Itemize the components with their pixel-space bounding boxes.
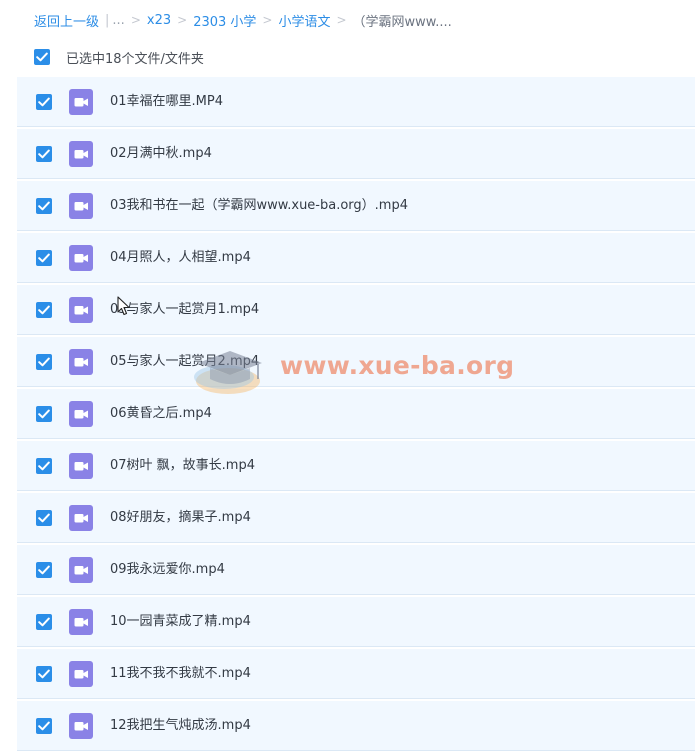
breadcrumb-item-chinese[interactable]: 小学语文 bbox=[278, 11, 330, 30]
check-icon bbox=[38, 513, 50, 523]
file-row[interactable]: 01幸福在哪里.MP4 bbox=[17, 77, 695, 127]
chevron-right-icon: > bbox=[130, 13, 141, 27]
file-checkbox[interactable] bbox=[36, 94, 52, 110]
file-row[interactable]: 10一园青菜成了精.mp4 bbox=[17, 597, 695, 647]
file-name: 11我不我不我就不.mp4 bbox=[110, 666, 251, 681]
video-file-icon bbox=[69, 89, 93, 115]
file-name: 01幸福在哪里.MP4 bbox=[110, 94, 224, 109]
file-checkbox[interactable] bbox=[36, 198, 52, 214]
select-all-bar: 已选中18个文件/文件夹 bbox=[34, 46, 204, 68]
video-file-icon bbox=[69, 661, 93, 687]
file-row[interactable]: 04月照人，人相望.mp4 bbox=[17, 233, 695, 283]
file-row[interactable]: 08好朋友，摘果子.mp4 bbox=[17, 493, 695, 543]
file-checkbox[interactable] bbox=[36, 250, 52, 266]
select-all-checkbox[interactable] bbox=[34, 49, 50, 65]
file-name: 02月满中秋.mp4 bbox=[110, 146, 212, 161]
file-name: 08好朋友，摘果子.mp4 bbox=[110, 510, 251, 525]
file-row[interactable]: 06黄昏之后.mp4 bbox=[17, 389, 695, 439]
file-row[interactable]: 02月满中秋.mp4 bbox=[17, 129, 695, 179]
file-name: 09我永远爱你.mp4 bbox=[110, 562, 225, 577]
video-file-icon bbox=[69, 297, 93, 323]
chevron-right-icon: > bbox=[262, 13, 273, 27]
selection-count-label: 已选中18个文件/文件夹 bbox=[66, 51, 204, 67]
breadcrumb-ellipsis[interactable]: ... bbox=[112, 13, 124, 28]
check-icon bbox=[36, 52, 48, 62]
file-checkbox[interactable] bbox=[36, 146, 52, 162]
video-file-icon bbox=[69, 505, 93, 531]
file-row[interactable]: 05与家人一起赏月2.mp4 bbox=[17, 337, 695, 387]
video-file-icon bbox=[69, 245, 93, 271]
check-icon bbox=[38, 721, 50, 731]
file-checkbox[interactable] bbox=[36, 718, 52, 734]
file-name: 04月照人，人相望.mp4 bbox=[110, 250, 251, 265]
video-file-icon bbox=[69, 141, 93, 167]
video-file-icon bbox=[69, 453, 93, 479]
check-icon bbox=[38, 461, 50, 471]
check-icon bbox=[38, 305, 50, 315]
check-icon bbox=[38, 253, 50, 263]
file-checkbox[interactable] bbox=[36, 302, 52, 318]
breadcrumb-item-x23[interactable]: x23 bbox=[147, 13, 171, 28]
file-checkbox[interactable] bbox=[36, 458, 52, 474]
file-name: 07树叶 飘，故事长.mp4 bbox=[110, 458, 255, 473]
file-name: 06黄昏之后.mp4 bbox=[110, 406, 212, 421]
file-name: 03我和书在一起（学霸网www.xue-ba.org）.mp4 bbox=[110, 198, 408, 213]
video-file-icon bbox=[69, 713, 93, 739]
file-checkbox[interactable] bbox=[36, 666, 52, 682]
video-file-icon bbox=[69, 557, 93, 583]
check-icon bbox=[38, 357, 50, 367]
breadcrumb-item-2303[interactable]: 2303 小学 bbox=[193, 11, 256, 30]
check-icon bbox=[38, 201, 50, 211]
chevron-right-icon: > bbox=[177, 13, 188, 27]
file-checkbox[interactable] bbox=[36, 406, 52, 422]
check-icon bbox=[38, 669, 50, 679]
file-name: 05与家人一起赏月1.mp4 bbox=[110, 302, 260, 317]
check-icon bbox=[38, 409, 50, 419]
back-link[interactable]: 返回上一级 bbox=[34, 11, 99, 30]
check-icon bbox=[38, 565, 50, 575]
file-list: 01幸福在哪里.MP4 02月满中秋.mp4 03我和书在一起（学霸网www.x… bbox=[17, 77, 695, 753]
chevron-right-icon: > bbox=[336, 13, 347, 27]
file-checkbox[interactable] bbox=[36, 510, 52, 526]
video-file-icon bbox=[69, 193, 93, 219]
file-row[interactable]: 09我永远爱你.mp4 bbox=[17, 545, 695, 595]
file-row[interactable]: 05与家人一起赏月1.mp4 bbox=[17, 285, 695, 335]
file-checkbox[interactable] bbox=[36, 562, 52, 578]
video-file-icon bbox=[69, 609, 93, 635]
file-row[interactable]: 11我不我不我就不.mp4 bbox=[17, 649, 695, 699]
file-name: 05与家人一起赏月2.mp4 bbox=[110, 354, 260, 369]
video-file-icon bbox=[69, 349, 93, 375]
breadcrumb: 返回上一级 | ... > x23 > 2303 小学 > 小学语文 > （学霸… bbox=[34, 10, 452, 30]
file-checkbox[interactable] bbox=[36, 614, 52, 630]
file-name: 12我把生气炖成汤.mp4 bbox=[110, 718, 251, 733]
file-row[interactable]: 07树叶 飘，故事长.mp4 bbox=[17, 441, 695, 491]
file-checkbox[interactable] bbox=[36, 354, 52, 370]
check-icon bbox=[38, 149, 50, 159]
breadcrumb-divider: | bbox=[105, 12, 110, 28]
check-icon bbox=[38, 97, 50, 107]
breadcrumb-current: （学霸网www.... bbox=[352, 14, 452, 30]
file-name: 10一园青菜成了精.mp4 bbox=[110, 614, 251, 629]
check-icon bbox=[38, 617, 50, 627]
file-row[interactable]: 03我和书在一起（学霸网www.xue-ba.org）.mp4 bbox=[17, 181, 695, 231]
video-file-icon bbox=[69, 401, 93, 427]
